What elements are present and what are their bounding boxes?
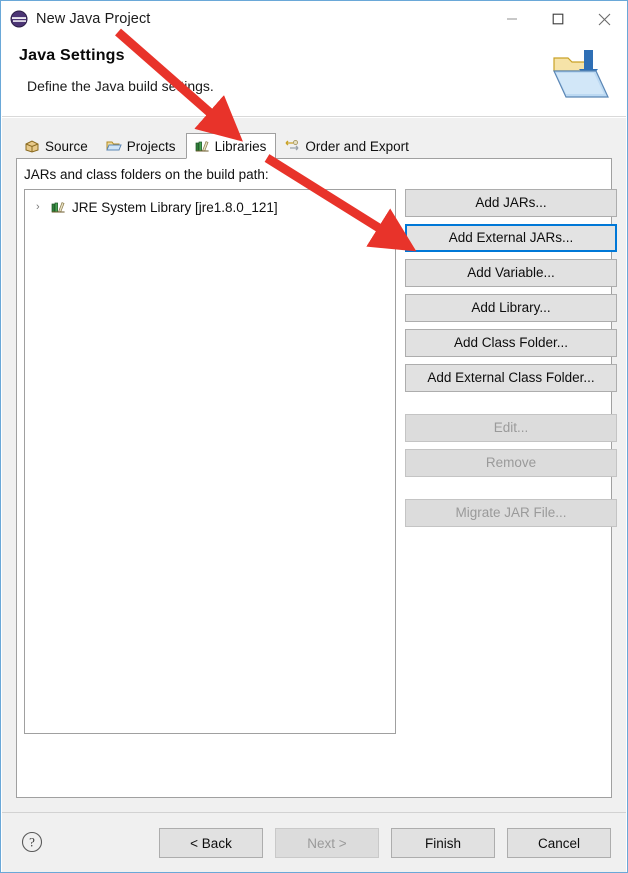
build-path-tree[interactable]: › JRE System Library [jre1.8.0_121] bbox=[24, 189, 396, 734]
page-subtitle: Define the Java build settings. bbox=[27, 78, 214, 94]
svg-text:?: ? bbox=[29, 835, 35, 850]
tab-strip: Source Projects Libraries Order and Expo… bbox=[16, 133, 612, 159]
edit-button: Edit... bbox=[405, 414, 617, 442]
tab-order-and-export-label: Order and Export bbox=[305, 138, 409, 154]
window-title: New Java Project bbox=[36, 11, 151, 27]
dialog-footer: ? < Back Next > Finish Cancel bbox=[2, 812, 626, 872]
library-actions: Add JARs... Add External JARs... Add Var… bbox=[405, 189, 617, 527]
minimize-icon[interactable] bbox=[489, 1, 535, 37]
add-variable-button[interactable]: Add Variable... bbox=[405, 259, 617, 287]
eclipse-logo-icon bbox=[10, 10, 28, 28]
add-jars-button[interactable]: Add JARs... bbox=[405, 189, 617, 217]
migrate-jar-file-button: Migrate JAR File... bbox=[405, 499, 617, 527]
new-java-project-dialog: New Java Project Java Settings Define th… bbox=[0, 0, 628, 873]
source-package-icon bbox=[24, 138, 40, 154]
tab-source[interactable]: Source bbox=[16, 133, 98, 158]
remove-button: Remove bbox=[405, 449, 617, 477]
tab-projects[interactable]: Projects bbox=[97, 133, 186, 158]
folder-import-icon bbox=[548, 45, 614, 107]
order-export-icon bbox=[284, 138, 300, 154]
maximize-icon[interactable] bbox=[535, 1, 581, 37]
tab-libraries-label: Libraries bbox=[214, 138, 267, 154]
tree-item-jre-system-library[interactable]: › JRE System Library [jre1.8.0_121] bbox=[25, 196, 395, 218]
add-external-class-folder-button[interactable]: Add External Class Folder... bbox=[405, 364, 617, 392]
page-title: Java Settings bbox=[19, 47, 125, 64]
tree-item-label: JRE System Library [jre1.8.0_121] bbox=[72, 199, 278, 215]
tab-projects-label: Projects bbox=[126, 138, 176, 154]
wizard-header: Java Settings Define the Java build sett… bbox=[2, 37, 626, 117]
title-bar: New Java Project bbox=[1, 1, 627, 37]
next-button: Next > bbox=[275, 828, 379, 858]
window-controls bbox=[489, 1, 627, 37]
tab-source-label: Source bbox=[45, 138, 88, 154]
tab-order-and-export[interactable]: Order and Export bbox=[276, 133, 419, 158]
wizard-content: Source Projects Libraries Order and Expo… bbox=[2, 118, 626, 812]
help-question-icon[interactable]: ? bbox=[21, 831, 43, 853]
libraries-books-icon bbox=[50, 199, 66, 215]
close-icon[interactable] bbox=[581, 1, 627, 37]
cancel-button[interactable]: Cancel bbox=[507, 828, 611, 858]
libraries-books-icon bbox=[194, 138, 210, 154]
back-button[interactable]: < Back bbox=[159, 828, 263, 858]
add-external-jars-button[interactable]: Add External JARs... bbox=[405, 224, 617, 252]
open-folder-icon bbox=[106, 138, 122, 154]
libraries-tab-panel: JARs and class folders on the build path… bbox=[16, 159, 617, 798]
tab-libraries[interactable]: Libraries bbox=[185, 133, 277, 159]
add-library-button[interactable]: Add Library... bbox=[405, 294, 617, 322]
add-class-folder-button[interactable]: Add Class Folder... bbox=[405, 329, 617, 357]
finish-button[interactable]: Finish bbox=[391, 828, 495, 858]
chevron-right-icon[interactable]: › bbox=[34, 201, 50, 213]
panel-label: JARs and class folders on the build path… bbox=[24, 167, 269, 182]
footer-buttons: < Back Next > Finish Cancel bbox=[159, 828, 611, 858]
